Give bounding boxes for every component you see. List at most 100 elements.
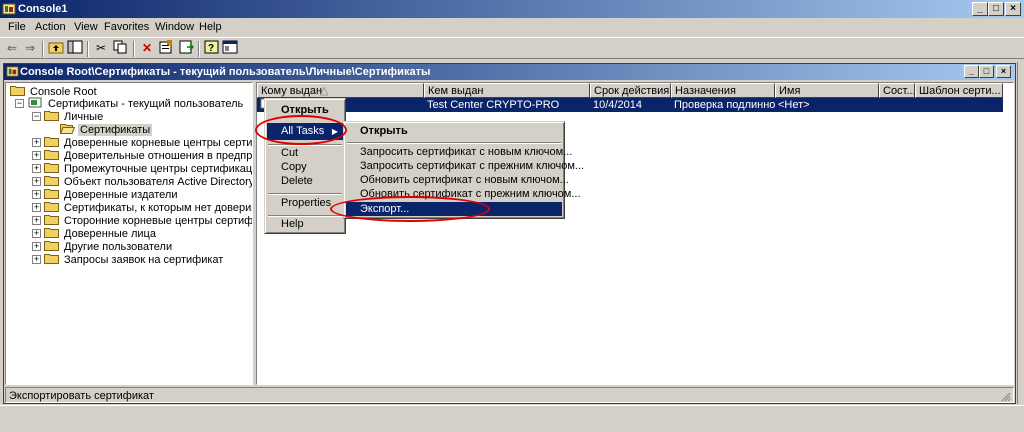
cut-icon[interactable]: ✂ xyxy=(92,40,110,57)
menu-item-open[interactable]: Открыть xyxy=(267,102,343,119)
folder-icon xyxy=(10,86,25,96)
column-status[interactable]: Сост... xyxy=(879,83,915,98)
window-bottom-area xyxy=(0,405,1024,432)
tree-node-enterprise-trust[interactable]: Доверительные отношения в предприятии xyxy=(44,149,252,162)
menu-item-delete[interactable]: Delete xyxy=(267,173,343,190)
console-child-window: Console Root\Сертификаты - текущий польз… xyxy=(3,63,1016,404)
frame-edge xyxy=(1017,62,1024,404)
child-restore-button[interactable]: □ xyxy=(979,65,994,78)
tree-node-certificates[interactable]: Сертификаты xyxy=(60,123,153,136)
submenu-request-new-key[interactable]: Запросить сертификат с новым ключом... xyxy=(346,145,572,159)
tree-node-enrollment-requests[interactable]: Запросы заявок на сертификат xyxy=(44,253,225,266)
show-description-icon[interactable] xyxy=(221,40,239,57)
tree-node-untrusted[interactable]: Сертификаты, к которым нет доверия xyxy=(44,201,252,214)
up-folder-icon[interactable] xyxy=(47,40,65,57)
folder-icon xyxy=(44,163,59,173)
folder-icon xyxy=(44,228,59,238)
tree-node-trusted-root[interactable]: Доверенные корневые центры сертификации xyxy=(44,136,252,149)
column-template[interactable]: Шаблон серти... xyxy=(915,83,1003,98)
expand-icon[interactable]: + xyxy=(32,190,41,199)
maximize-button[interactable]: □ xyxy=(988,2,1004,16)
submenu-export[interactable]: Экспорт... xyxy=(346,202,562,216)
expand-icon[interactable]: + xyxy=(32,164,41,173)
toolbar-separator xyxy=(42,41,44,57)
open-folder-icon xyxy=(60,124,75,134)
menubar: File Action View Favorites Window Help xyxy=(0,18,1024,36)
column-friendly-name[interactable]: Имя xyxy=(775,83,879,98)
all-tasks-submenu: Открыть Запросить сертификат с новым клю… xyxy=(343,121,584,219)
tree-node-trusted-people[interactable]: Доверенные лица xyxy=(44,227,158,240)
folder-icon xyxy=(44,215,59,225)
menu-favorites[interactable]: Favorites xyxy=(101,18,152,36)
toolbar: ⇐ ⇒ ✂ ✕ ? xyxy=(0,37,1024,59)
child-close-button[interactable]: × xyxy=(996,65,1011,78)
expand-icon[interactable]: + xyxy=(32,216,41,225)
tree-node-personal[interactable]: Личные xyxy=(44,110,105,123)
tree-node-third-party-root[interactable]: Сторонние корневые центры сертификации xyxy=(44,214,252,227)
close-button[interactable]: × xyxy=(1005,2,1021,16)
menu-item-help[interactable]: Help xyxy=(267,216,343,233)
expand-icon[interactable]: + xyxy=(32,242,41,251)
toolbar-separator xyxy=(133,41,135,57)
sort-ascending-icon: △ xyxy=(320,85,329,97)
cell-expiration: 10/4/2014 xyxy=(593,99,642,111)
expand-icon[interactable]: + xyxy=(32,151,41,160)
expand-icon[interactable]: + xyxy=(32,229,41,238)
help-icon[interactable]: ? xyxy=(203,40,221,57)
folder-icon xyxy=(44,202,59,212)
table-row[interactable]: Test Center CRYPTO-PRO 10/4/2014 Проверк… xyxy=(257,98,1003,112)
column-issued-by[interactable]: Кем выдан xyxy=(424,83,590,98)
folder-icon xyxy=(44,241,59,251)
status-bar: Экспортировать сертификат xyxy=(5,387,1014,403)
tree-node-certificates-current-user[interactable]: Сертификаты - текущий пользователь xyxy=(28,97,245,110)
menu-window[interactable]: Window xyxy=(152,18,197,36)
menu-help[interactable]: Help xyxy=(196,18,225,36)
tree-node-other-people[interactable]: Другие пользователи xyxy=(44,240,174,253)
copy-icon[interactable] xyxy=(111,40,129,57)
menu-separator xyxy=(347,142,561,144)
submenu-request-same-key[interactable]: Запросить сертификат с прежним ключом... xyxy=(346,159,584,173)
resize-grip-icon[interactable] xyxy=(999,390,1011,402)
expand-icon[interactable]: + xyxy=(32,255,41,264)
column-purposes[interactable]: Назначения xyxy=(671,83,775,98)
delete-icon[interactable]: ✕ xyxy=(138,40,156,57)
properties-icon[interactable] xyxy=(157,40,175,57)
forward-icon[interactable]: ⇒ xyxy=(21,40,39,57)
cell-purposes: Проверка подлинно... xyxy=(674,99,775,111)
column-issued-to[interactable]: Кому выдан △ xyxy=(257,83,424,98)
submenu-renew-new-key[interactable]: Обновить сертификат с новым ключом... xyxy=(346,173,569,187)
column-expiration[interactable]: Срок действия xyxy=(590,83,671,98)
menu-action[interactable]: Action xyxy=(32,18,69,36)
show-hide-tree-icon[interactable] xyxy=(66,40,84,57)
menu-item-all-tasks[interactable]: All Tasks ▶ xyxy=(267,123,343,140)
tree-node-intermediate[interactable]: Промежуточные центры сертификации xyxy=(44,162,252,175)
certificate-store-icon xyxy=(28,97,42,108)
back-icon[interactable]: ⇐ xyxy=(3,40,21,57)
context-menu: Открыть All Tasks ▶ Cut Copy Delete Prope… xyxy=(264,98,346,234)
expand-icon[interactable]: + xyxy=(32,177,41,186)
tree-node-trusted-publishers[interactable]: Доверенные издатели xyxy=(44,188,179,201)
collapse-icon[interactable]: − xyxy=(32,112,41,121)
menu-view[interactable]: View xyxy=(71,18,101,36)
minimize-button[interactable]: _ xyxy=(972,2,988,16)
tree-node-active-directory-user[interactable]: Объект пользователя Active Directory xyxy=(44,175,252,188)
collapse-icon[interactable]: − xyxy=(15,99,24,108)
export-list-icon[interactable] xyxy=(177,40,195,57)
cell-issued-by: Test Center CRYPTO-PRO xyxy=(427,99,560,111)
child-window-title: Console Root\Сертификаты - текущий польз… xyxy=(20,66,431,78)
expand-icon[interactable]: + xyxy=(32,203,41,212)
folder-icon xyxy=(44,150,59,160)
child-minimize-button[interactable]: _ xyxy=(964,65,979,78)
mmc-app-icon xyxy=(6,66,19,77)
expand-icon[interactable]: + xyxy=(32,138,41,147)
submenu-renew-same-key[interactable]: Обновить сертификат с прежним ключом... xyxy=(346,187,581,201)
child-window-titlebar[interactable]: Console Root\Сертификаты - текущий польз… xyxy=(4,64,1015,80)
toolbar-separator xyxy=(87,41,89,57)
window-titlebar[interactable]: Console1 _ □ × xyxy=(0,0,1024,18)
folder-icon xyxy=(44,254,59,264)
menu-file[interactable]: File xyxy=(5,18,29,36)
svg-text:?: ? xyxy=(208,43,214,54)
menu-item-properties[interactable]: Properties xyxy=(267,195,343,212)
submenu-item-open[interactable]: Открыть xyxy=(346,123,562,140)
folder-icon xyxy=(44,176,59,186)
